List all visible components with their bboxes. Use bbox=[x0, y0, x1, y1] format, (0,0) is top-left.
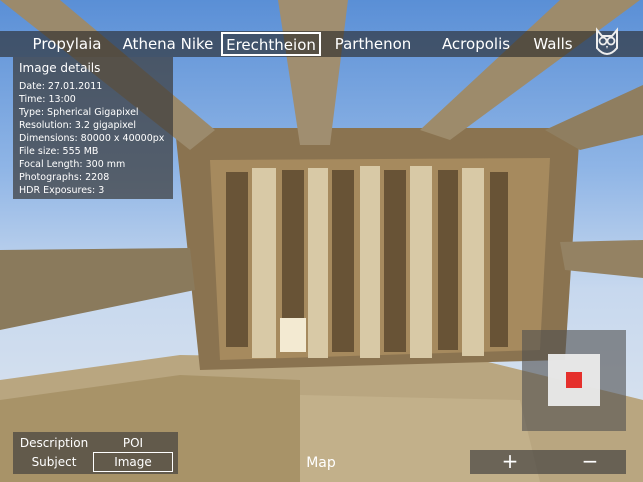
info-mode-panel: Description POI Subject Image bbox=[13, 432, 178, 474]
detail-photographs: Photographs: 2208 bbox=[19, 172, 110, 183]
image-details-title: Image details bbox=[19, 61, 101, 75]
detail-file-size: File size: 555 MB bbox=[19, 146, 99, 157]
detail-time: Time: 13:00 bbox=[19, 94, 76, 105]
subject-button[interactable]: Subject bbox=[17, 452, 91, 472]
description-button[interactable]: Description bbox=[17, 433, 91, 453]
detail-date: Date: 27.01.2011 bbox=[19, 81, 103, 92]
detail-dimensions: Dimensions: 80000 x 40000px bbox=[19, 133, 165, 144]
location-nav-bar: Propylaia Athena Nike Erechtheion Parthe… bbox=[0, 31, 643, 57]
nav-item-parthenon[interactable]: Parthenon bbox=[326, 31, 420, 57]
image-details-panel: Image details Date: 27.01.2011 Time: 13:… bbox=[13, 57, 173, 199]
detail-hdr-exposures: HDR Exposures: 3 bbox=[19, 185, 105, 196]
nav-item-erechtheion[interactable]: Erechtheion bbox=[221, 32, 321, 56]
zoom-out-button[interactable]: − bbox=[570, 450, 610, 474]
nav-item-propylaia[interactable]: Propylaia bbox=[22, 31, 112, 57]
detail-type: Type: Spherical Gigapixel bbox=[19, 107, 139, 118]
detail-resolution: Resolution: 3.2 gigapixel bbox=[19, 120, 136, 131]
minimap-position-marker bbox=[566, 372, 582, 388]
zoom-in-button[interactable]: + bbox=[490, 450, 530, 474]
nav-item-athena-nike[interactable]: Athena Nike bbox=[116, 31, 220, 57]
nav-item-walls[interactable]: Walls bbox=[526, 31, 580, 57]
map-button[interactable]: Map bbox=[298, 452, 344, 474]
minimap[interactable] bbox=[522, 330, 626, 431]
zoom-bar: + − bbox=[470, 450, 626, 474]
owl-logo-icon[interactable] bbox=[592, 22, 622, 62]
poi-button[interactable]: POI bbox=[107, 433, 159, 453]
image-button[interactable]: Image bbox=[93, 452, 173, 472]
nav-item-acropolis[interactable]: Acropolis bbox=[434, 31, 518, 57]
detail-focal-length: Focal Length: 300 mm bbox=[19, 159, 126, 170]
